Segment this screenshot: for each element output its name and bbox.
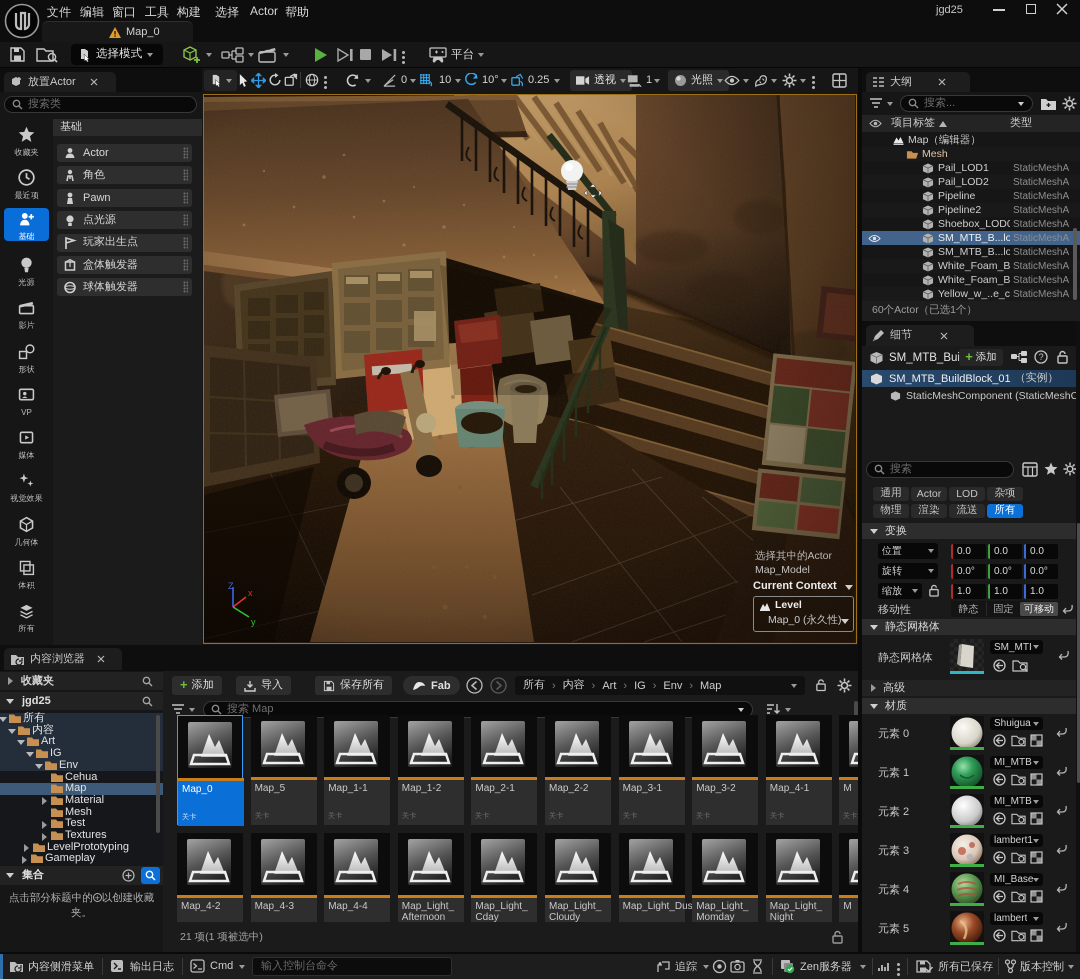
svg-text:Z: Z	[228, 581, 234, 591]
svg-text:x: x	[248, 588, 253, 598]
svg-text:?: ?	[1039, 352, 1044, 362]
svg-text:y: y	[251, 617, 256, 627]
